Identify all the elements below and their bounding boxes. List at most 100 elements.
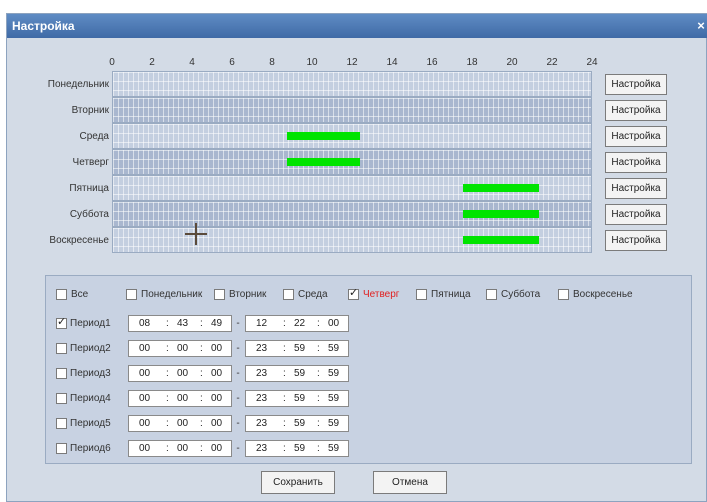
- schedule-row[interactable]: [112, 175, 592, 201]
- time-field[interactable]: 00: [177, 441, 188, 456]
- day-checkbox-item[interactable]: Понедельник: [126, 289, 202, 300]
- dialog-titlebar: Настройка ×: [7, 14, 707, 38]
- time-field[interactable]: 59: [294, 416, 305, 431]
- day-settings-button[interactable]: Настройка: [605, 126, 667, 147]
- checkbox-checked-icon[interactable]: [348, 286, 359, 300]
- period-checkbox-item[interactable]: Период4: [56, 393, 126, 404]
- checkbox-icon[interactable]: [56, 393, 67, 404]
- time-field[interactable]: 00: [139, 341, 150, 356]
- day-settings-button[interactable]: Настройка: [605, 178, 667, 199]
- day-settings-button[interactable]: Настройка: [605, 100, 667, 121]
- start-time-input[interactable]: 00:00:00: [128, 365, 232, 382]
- day-checkbox-item[interactable]: Воскресенье: [558, 289, 633, 300]
- checkbox-icon[interactable]: [56, 289, 67, 300]
- period-checkbox-item[interactable]: Период5: [56, 418, 126, 429]
- day-checkbox-item[interactable]: Пятница: [416, 289, 471, 300]
- checkbox-icon[interactable]: [56, 443, 67, 454]
- time-field[interactable]: 23: [256, 416, 267, 431]
- checkbox-icon[interactable]: [416, 289, 427, 300]
- time-field[interactable]: 43: [177, 316, 188, 331]
- time-field[interactable]: 00: [139, 366, 150, 381]
- time-field[interactable]: 59: [294, 441, 305, 456]
- day-settings-button[interactable]: Настройка: [605, 152, 667, 173]
- checkbox-icon[interactable]: [486, 289, 497, 300]
- end-time-input[interactable]: 23:59:59: [245, 390, 349, 407]
- period-checkbox-item[interactable]: Период1: [56, 315, 126, 329]
- time-field[interactable]: 59: [328, 441, 339, 456]
- time-field[interactable]: 00: [177, 341, 188, 356]
- schedule-segment[interactable]: [463, 184, 539, 192]
- schedule-segment[interactable]: [287, 132, 361, 140]
- time-field[interactable]: 00: [177, 391, 188, 406]
- start-time-input[interactable]: 00:00:00: [128, 440, 232, 457]
- period-checkbox-item[interactable]: Период6: [56, 443, 126, 454]
- day-settings-button[interactable]: Настройка: [605, 74, 667, 95]
- time-field[interactable]: 00: [177, 366, 188, 381]
- end-time-input[interactable]: 23:59:59: [245, 415, 349, 432]
- schedule-row[interactable]: [112, 123, 592, 149]
- time-field[interactable]: 59: [294, 366, 305, 381]
- time-field[interactable]: 12: [256, 316, 267, 331]
- schedule-row[interactable]: [112, 201, 592, 227]
- checkbox-icon[interactable]: [283, 289, 294, 300]
- time-field[interactable]: 59: [328, 341, 339, 356]
- time-field[interactable]: 59: [328, 366, 339, 381]
- day-checkbox-item[interactable]: Четверг: [348, 286, 399, 300]
- day-checkbox-item[interactable]: Суббота: [486, 289, 540, 300]
- time-field[interactable]: 59: [328, 416, 339, 431]
- checkbox-icon[interactable]: [126, 289, 137, 300]
- period-checkbox-item[interactable]: Период2: [56, 343, 126, 354]
- time-field[interactable]: 00: [139, 391, 150, 406]
- time-field[interactable]: 23: [256, 366, 267, 381]
- schedule-row[interactable]: [112, 149, 592, 175]
- time-field[interactable]: 00: [177, 416, 188, 431]
- end-time-input[interactable]: 12:22:00: [245, 315, 349, 332]
- period-checkbox-item[interactable]: Период3: [56, 368, 126, 379]
- time-field[interactable]: 22: [294, 316, 305, 331]
- checkbox-icon[interactable]: [558, 289, 569, 300]
- start-time-input[interactable]: 00:00:00: [128, 340, 232, 357]
- day-checkbox-item[interactable]: Все: [56, 289, 88, 300]
- checkbox-icon[interactable]: [214, 289, 225, 300]
- time-field[interactable]: 49: [211, 316, 222, 331]
- start-time-input[interactable]: 00:00:00: [128, 390, 232, 407]
- end-time-input[interactable]: 23:59:59: [245, 440, 349, 457]
- time-field[interactable]: 00: [139, 416, 150, 431]
- time-field[interactable]: 23: [256, 391, 267, 406]
- time-field[interactable]: 23: [256, 441, 267, 456]
- checkbox-checked-icon[interactable]: [56, 315, 67, 329]
- time-field[interactable]: 00: [211, 341, 222, 356]
- cancel-button[interactable]: Отмена: [373, 471, 447, 494]
- day-settings-button[interactable]: Настройка: [605, 230, 667, 251]
- start-time-input[interactable]: 00:00:00: [128, 415, 232, 432]
- time-field[interactable]: 59: [328, 391, 339, 406]
- end-time-input[interactable]: 23:59:59: [245, 365, 349, 382]
- time-field[interactable]: 59: [294, 341, 305, 356]
- period-label: Период5: [70, 418, 111, 429]
- day-settings-button[interactable]: Настройка: [605, 204, 667, 225]
- checkbox-icon[interactable]: [56, 343, 67, 354]
- schedule-segment[interactable]: [463, 210, 539, 218]
- schedule-row[interactable]: [112, 97, 592, 123]
- schedule-row[interactable]: [112, 227, 592, 253]
- time-field[interactable]: 23: [256, 341, 267, 356]
- schedule-segment[interactable]: [287, 158, 361, 166]
- schedule-row[interactable]: [112, 71, 592, 97]
- time-field[interactable]: 00: [211, 366, 222, 381]
- time-field[interactable]: 00: [211, 441, 222, 456]
- time-field[interactable]: 00: [139, 441, 150, 456]
- checkbox-icon[interactable]: [56, 368, 67, 379]
- day-checkbox-item[interactable]: Среда: [283, 289, 328, 300]
- checkbox-icon[interactable]: [56, 418, 67, 429]
- end-time-input[interactable]: 23:59:59: [245, 340, 349, 357]
- time-field[interactable]: 00: [328, 316, 339, 331]
- day-checkbox-item[interactable]: Вторник: [214, 289, 266, 300]
- close-icon[interactable]: ×: [694, 16, 707, 36]
- schedule-segment[interactable]: [463, 236, 539, 244]
- start-time-input[interactable]: 08:43:49: [128, 315, 232, 332]
- time-field[interactable]: 59: [294, 391, 305, 406]
- time-field[interactable]: 08: [139, 316, 150, 331]
- time-field[interactable]: 00: [211, 416, 222, 431]
- time-field[interactable]: 00: [211, 391, 222, 406]
- save-button[interactable]: Сохранить: [261, 471, 335, 494]
